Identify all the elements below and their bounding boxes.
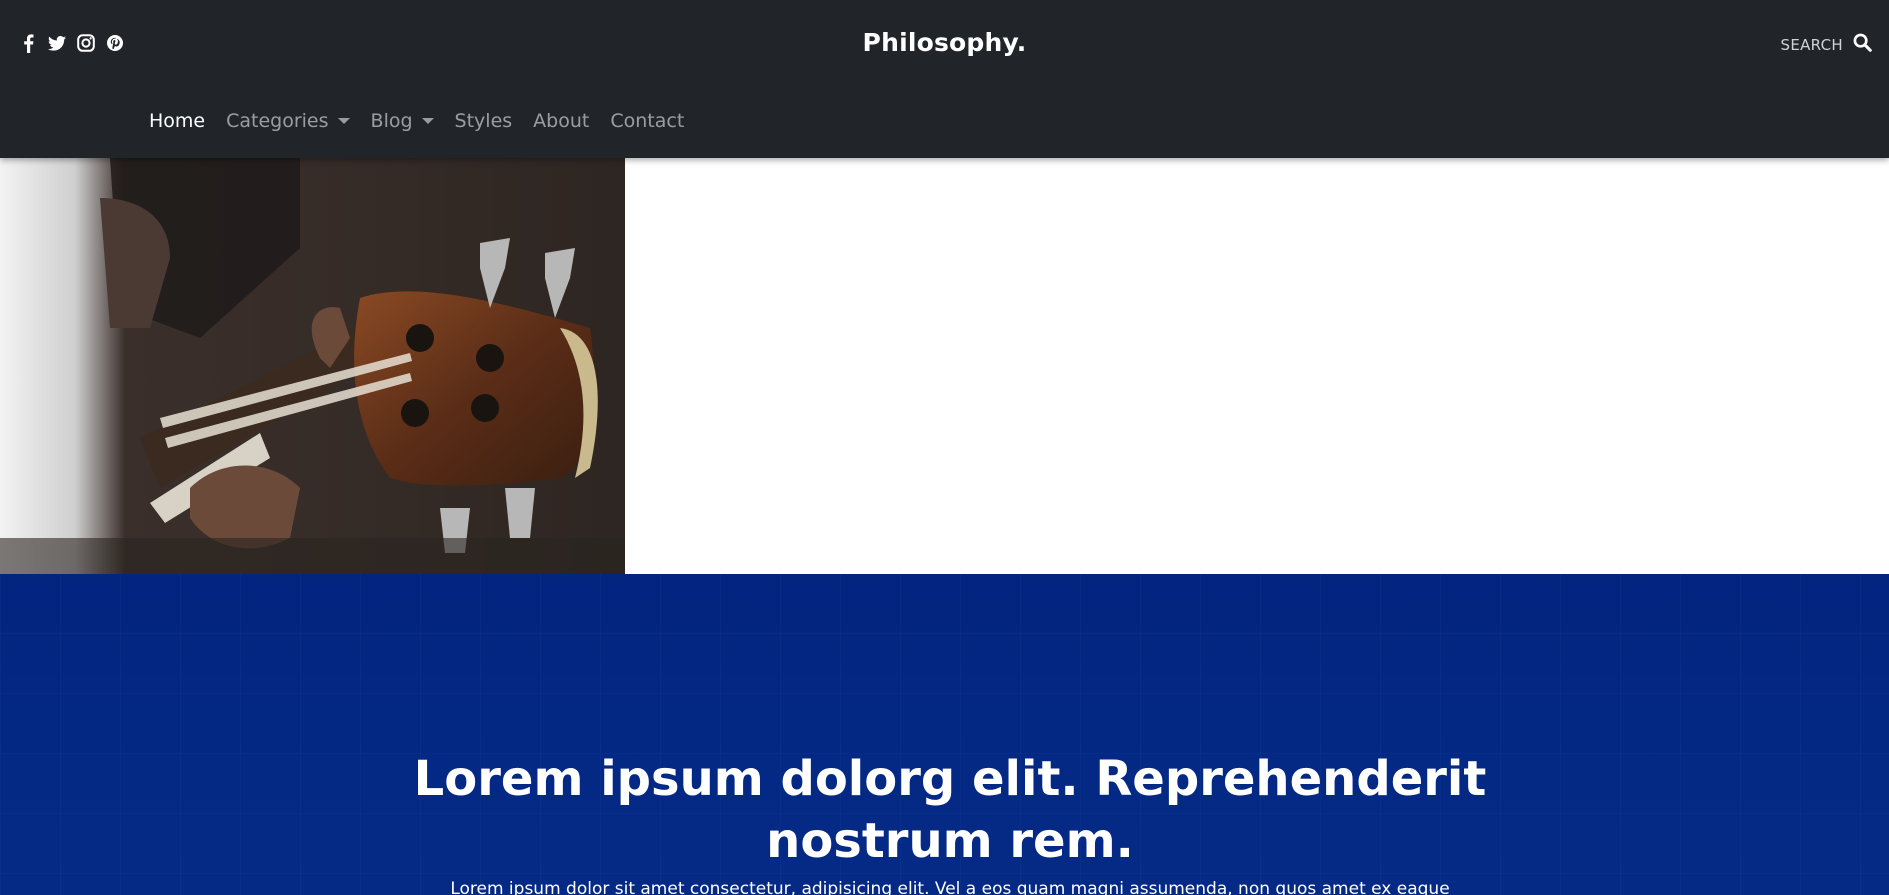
- site-logo[interactable]: Philosophy.: [0, 28, 1889, 57]
- nav-item-categories[interactable]: Categories: [226, 110, 350, 132]
- search-toggle[interactable]: SEARCH: [1781, 33, 1873, 56]
- nav-item-contact[interactable]: Contact: [610, 110, 684, 132]
- nav-label[interactable]: Blog: [371, 110, 413, 132]
- nav-label[interactable]: Home: [149, 110, 205, 132]
- chevron-down-icon[interactable]: [337, 118, 350, 124]
- nav-label[interactable]: Contact: [610, 110, 684, 132]
- nav-item-about[interactable]: About: [533, 110, 589, 132]
- nav-label[interactable]: Styles: [455, 110, 513, 132]
- banner-headline: Lorem ipsum dolorg elit. Reprehenderit n…: [413, 751, 1487, 869]
- banner-subtext: Lorem ipsum dolor sit amet consectetur, …: [450, 879, 1450, 895]
- search-label[interactable]: SEARCH: [1781, 36, 1844, 54]
- search-icon[interactable]: [1853, 33, 1872, 56]
- nav-label[interactable]: About: [533, 110, 589, 132]
- nav-item-home[interactable]: Home: [149, 110, 205, 132]
- nav-label[interactable]: Categories: [226, 110, 328, 132]
- nav-item-styles[interactable]: Styles: [455, 110, 513, 132]
- guitar-photo: [0, 158, 625, 574]
- hero-banner: Lorem ipsum dolorg elit. Reprehenderit n…: [0, 574, 1889, 895]
- hero-blank-area: [625, 158, 1889, 574]
- site-header: Philosophy. SEARCH Home Categories Blog …: [0, 0, 1889, 158]
- nav-item-blog[interactable]: Blog: [371, 110, 434, 132]
- main-nav: Home Categories Blog Styles About Contac…: [149, 110, 684, 132]
- chevron-down-icon[interactable]: [421, 118, 434, 124]
